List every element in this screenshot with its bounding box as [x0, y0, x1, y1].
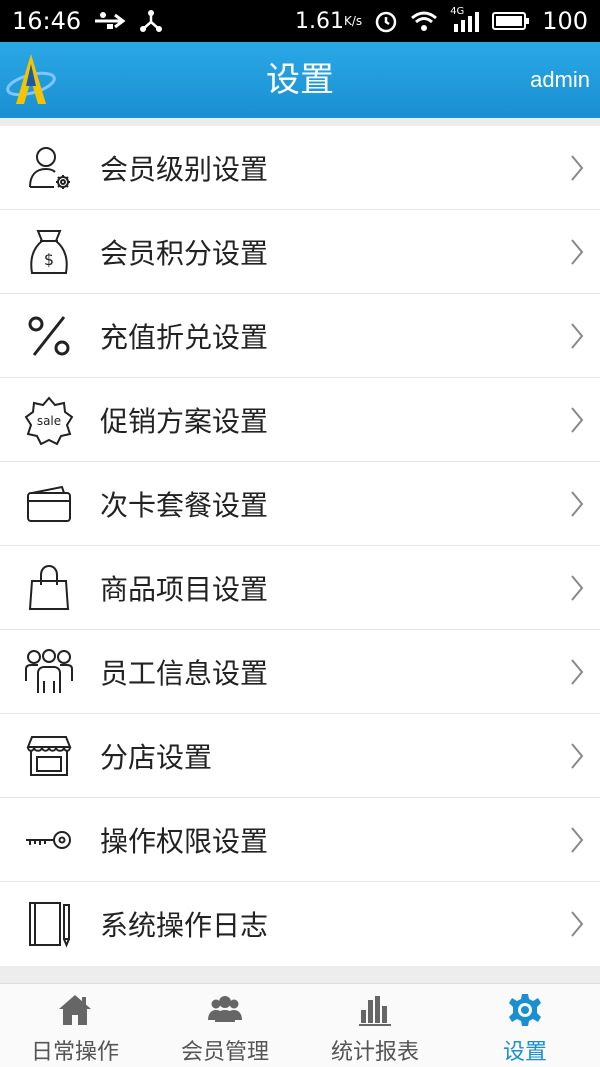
chevron-right-icon: [571, 659, 584, 685]
chevron-right-icon: [571, 491, 584, 517]
members-icon: [208, 996, 242, 1022]
gear-icon: [509, 994, 541, 1026]
svg-text:sale: sale: [37, 414, 61, 428]
shopping-bag-icon: [24, 563, 74, 613]
svg-text:$: $: [44, 250, 54, 269]
battery-icon: [492, 12, 530, 30]
chevron-right-icon: [571, 239, 584, 265]
key-icon: [24, 815, 74, 865]
network-speed-value: 1.61: [295, 8, 345, 34]
menu-item-promotion[interactable]: sale 促销方案设置: [0, 378, 600, 462]
tab-statistics[interactable]: 统计报表: [300, 984, 450, 1067]
user-account-link[interactable]: admin: [530, 42, 590, 118]
network-speed: 1.61 K/s: [295, 9, 362, 34]
menu-item-card-package[interactable]: 次卡套餐设置: [0, 462, 600, 546]
tab-label: 日常操作: [30, 1040, 119, 1065]
tab-label: 设置: [502, 1040, 547, 1065]
member-level-icon: [24, 143, 74, 193]
network-speed-unit: K/s: [344, 14, 363, 28]
page-title: 设置: [266, 60, 334, 100]
tab-daily-operations[interactable]: 日常操作: [0, 984, 150, 1067]
status-time: 16:46: [12, 7, 82, 35]
status-bar: 16:46 1.61 K/s 4G 100: [0, 0, 600, 42]
tab-label: 会员管理: [180, 1040, 269, 1065]
tab-settings[interactable]: 设置: [450, 984, 600, 1067]
chevron-right-icon: [571, 827, 584, 853]
menu-item-label: 员工信息设置: [100, 656, 269, 690]
store-icon: [24, 731, 74, 781]
menu-item-label: 充值折兑设置: [100, 320, 269, 354]
menu-item-label: 系统操作日志: [100, 909, 269, 942]
menu-item-permissions[interactable]: 操作权限设置: [0, 798, 600, 882]
usb-icon: [95, 12, 126, 29]
wifi-icon: [411, 11, 438, 31]
menu-item-label: 会员级别设置: [100, 152, 269, 186]
menu-item-label: 分店设置: [100, 740, 213, 774]
staff-group-icon: [24, 647, 74, 697]
menu-item-member-points[interactable]: $ 会员积分设置: [0, 210, 600, 294]
signal-indicator: 4G: [450, 6, 480, 32]
points-bag-icon: $: [24, 227, 74, 277]
chevron-right-icon: [571, 407, 584, 433]
card-icon: [24, 479, 74, 529]
app-header: 设置 admin: [0, 42, 600, 118]
menu-item-label: 商品项目设置: [100, 572, 269, 606]
menu-item-label: 操作权限设置: [100, 824, 269, 858]
chevron-right-icon: [571, 323, 584, 349]
menu-item-label: 会员积分设置: [100, 236, 269, 270]
home-icon: [59, 995, 91, 1025]
bottom-tab-bar: 日常操作 会员管理 统计报表 设置: [0, 983, 600, 1067]
menu-item-label: 次卡套餐设置: [100, 488, 269, 522]
chevron-right-icon: [571, 911, 584, 937]
alarm-icon: [375, 11, 397, 33]
settings-menu: 会员级别设置 $ 会员积分设置 充值折兑设置 sale 促销方案设置 次卡套餐设…: [0, 126, 600, 966]
menu-item-products[interactable]: 商品项目设置: [0, 546, 600, 630]
bar-chart-icon: [359, 996, 391, 1026]
sale-badge-icon: sale: [24, 395, 74, 445]
battery-level: 100: [542, 7, 588, 35]
chevron-right-icon: [571, 743, 584, 769]
menu-item-staff[interactable]: 员工信息设置: [0, 630, 600, 714]
chevron-right-icon: [571, 155, 584, 181]
share-icon: [140, 10, 163, 32]
menu-item-recharge-discount[interactable]: 充值折兑设置: [0, 294, 600, 378]
network-type: 4G: [450, 6, 465, 17]
menu-item-branch[interactable]: 分店设置: [0, 714, 600, 798]
menu-item-member-level[interactable]: 会员级别设置: [0, 126, 600, 210]
menu-item-system-log[interactable]: 系统操作日志: [0, 882, 600, 966]
menu-item-label: 促销方案设置: [100, 404, 269, 438]
chevron-right-icon: [571, 575, 584, 601]
tab-member-management[interactable]: 会员管理: [150, 984, 300, 1067]
tab-label: 统计报表: [330, 1040, 419, 1065]
notebook-icon: [24, 899, 74, 949]
percent-icon: [24, 311, 74, 361]
